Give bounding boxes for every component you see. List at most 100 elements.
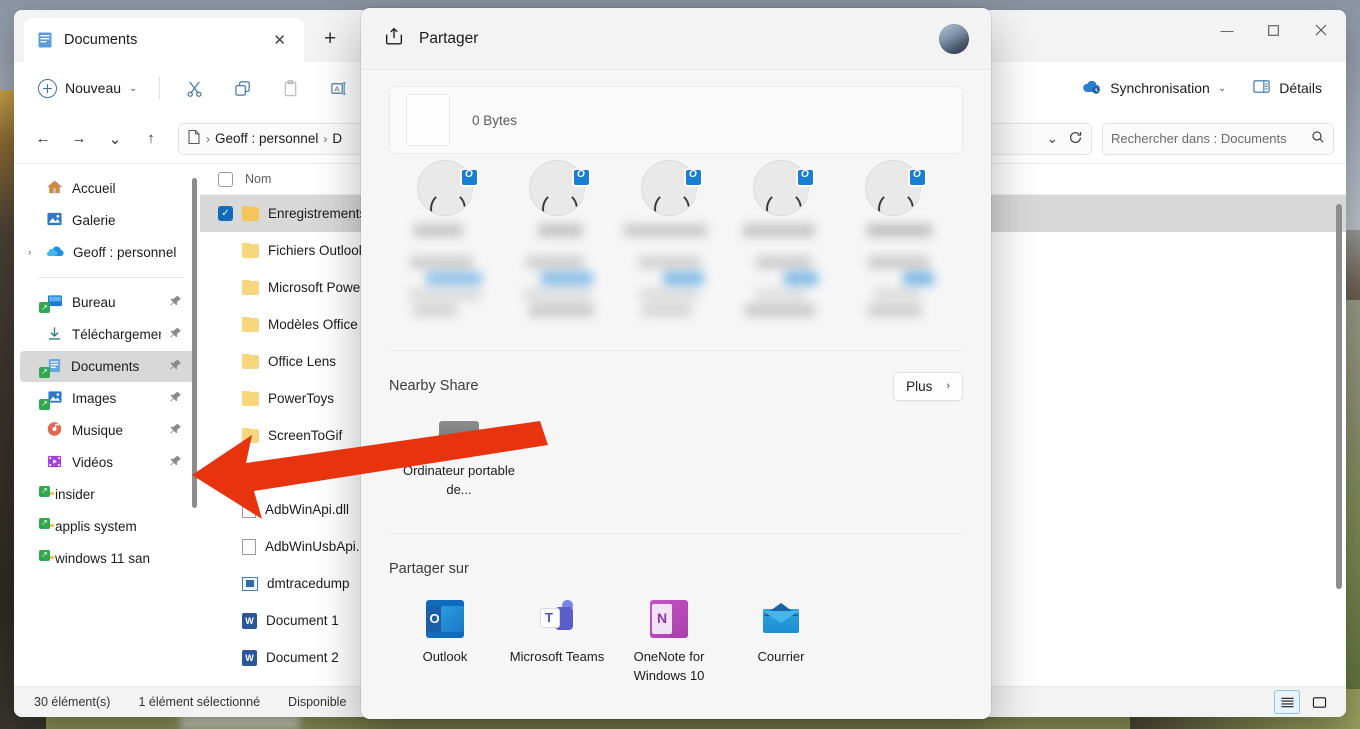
address-dropdown-icon[interactable]: ⌄ (1047, 131, 1058, 147)
select-all-checkbox[interactable] (218, 171, 233, 187)
cut-button[interactable] (172, 71, 216, 105)
share-app-outlook[interactable]: Outlook (389, 600, 501, 686)
sidebar-scrollbar[interactable] (192, 178, 197, 508)
file-thumbnail (406, 94, 450, 146)
list-view-icon[interactable] (1274, 690, 1300, 714)
sidebar-item-windows-11-san[interactable]: ↗ windows 11 san (20, 543, 194, 574)
chevron-right-icon[interactable]: › (28, 247, 31, 258)
close-tab-icon[interactable]: ✕ (267, 29, 292, 51)
new-tab-button[interactable]: + (324, 28, 336, 49)
folder-icon (242, 280, 259, 295)
share-app-mail[interactable]: Courrier (725, 600, 837, 686)
avatar[interactable] (939, 23, 969, 54)
folder-icon (242, 317, 259, 332)
file-name-label: adb (267, 465, 290, 480)
file-name-label: Fichiers Outlook (268, 243, 366, 258)
sidebar-item-galerie[interactable]: Galerie (20, 205, 194, 236)
breadcrumb-item-personnel[interactable]: Geoff : personnel (215, 131, 318, 146)
list-item[interactable] (837, 160, 949, 342)
row-checkbox[interactable] (218, 317, 233, 332)
sidebar-item-images[interactable]: ↗ Images (20, 383, 194, 414)
contact-name-blurred (501, 224, 613, 334)
sidebar-item-insider[interactable]: ↗ insider (20, 479, 194, 510)
row-checkbox[interactable] (218, 428, 233, 443)
more-button[interactable]: Plus › (893, 371, 963, 401)
row-checkbox[interactable] (218, 613, 233, 628)
breadcrumb-item-documents[interactable]: D (332, 131, 342, 146)
list-item[interactable] (389, 160, 501, 342)
sidebar-item-musique[interactable]: Musique (20, 415, 194, 446)
tab-documents[interactable]: Documents ✕ (24, 18, 304, 62)
share-app-onenote[interactable]: N OneNote for Windows 10 (613, 600, 725, 686)
maximize-button[interactable] (1250, 10, 1296, 50)
row-checkbox[interactable] (218, 354, 233, 369)
pin-icon[interactable] (170, 455, 182, 470)
file-list-scrollbar[interactable] (1336, 204, 1342, 589)
share-app-teams[interactable]: T Microsoft Teams (501, 600, 613, 686)
pin-icon[interactable] (170, 295, 182, 310)
row-checkbox[interactable] (218, 502, 233, 517)
row-checkbox[interactable] (218, 280, 233, 295)
recent-locations-button[interactable]: ⌄ (98, 123, 132, 155)
pin-icon[interactable] (170, 359, 182, 374)
file-name-label: ScreenToGif (268, 428, 343, 443)
row-checkbox[interactable] (218, 465, 233, 480)
nearby-share-header: Nearby Share Plus › (389, 369, 963, 403)
sidebar-item-applis-system[interactable]: ↗ applis system (20, 511, 194, 542)
row-checkbox[interactable] (218, 243, 233, 258)
list-item[interactable] (613, 160, 725, 342)
tile-view-icon[interactable] (1306, 690, 1332, 714)
back-button[interactable]: ← (26, 123, 60, 155)
contact-name-blurred (725, 224, 837, 334)
sidebar-item-accueil[interactable]: Accueil (20, 173, 194, 204)
outlook-badge-icon (908, 168, 927, 187)
search-input[interactable]: Rechercher dans : Documents (1102, 122, 1334, 155)
share-to-title: Partager sur (389, 561, 469, 577)
pin-icon[interactable] (170, 423, 182, 438)
list-item[interactable] (501, 160, 613, 342)
pin-icon[interactable] (170, 327, 182, 342)
folder-icon (242, 243, 259, 258)
sidebar-item-telechargements[interactable]: Téléchargements (20, 319, 194, 350)
forward-button[interactable]: → (62, 123, 96, 155)
file-name-label: Document 1 (266, 613, 339, 628)
row-checkbox[interactable] (218, 539, 233, 554)
new-button-label: Nouveau (65, 80, 122, 96)
dll-icon (242, 538, 256, 555)
refresh-icon[interactable] (1068, 130, 1083, 148)
share-dialog-title: Partager (419, 29, 479, 47)
pin-icon[interactable] (170, 391, 182, 406)
nearby-device-item[interactable]: Ordinateur portable de... (399, 421, 519, 500)
new-button[interactable]: Nouveau ⌄ (28, 73, 147, 104)
sidebar-item-documents[interactable]: ↗ Documents (20, 351, 194, 382)
page-icon (187, 129, 201, 148)
row-checkbox[interactable] (218, 391, 233, 406)
sidebar-item-bureau[interactable]: ↗ Bureau (20, 287, 194, 318)
onedrive-icon (46, 244, 64, 261)
search-icon[interactable] (1311, 130, 1325, 147)
copy-button[interactable] (220, 71, 264, 105)
nearby-device-name: Ordinateur portable de... (402, 463, 515, 497)
home-icon (46, 179, 63, 198)
file-name-label: Document 2 (266, 650, 339, 665)
row-checkbox[interactable] (218, 576, 233, 591)
row-checkbox[interactable]: ✓ (218, 206, 233, 221)
column-header-name-label: Nom (245, 172, 272, 186)
document-icon (36, 31, 54, 49)
rename-button[interactable]: A (316, 71, 360, 105)
up-button[interactable]: ↑ (134, 123, 168, 155)
onenote-icon: N (650, 600, 688, 638)
list-item[interactable] (725, 160, 837, 342)
close-window-button[interactable] (1296, 10, 1346, 50)
sync-button[interactable]: Synchronisation ⌄ (1072, 73, 1236, 104)
shared-file-card: 0 Bytes (389, 86, 963, 154)
file-name-label: Enregistrements (268, 206, 367, 221)
minimize-button[interactable]: — (1204, 10, 1250, 50)
row-checkbox[interactable] (218, 650, 233, 665)
sidebar-item-videos[interactable]: Vidéos (20, 447, 194, 478)
sidebar-item-onedrive-geoff[interactable]: › Geoff : personnel (20, 237, 194, 268)
details-button[interactable]: Détails (1242, 72, 1332, 104)
paste-button[interactable] (268, 71, 312, 105)
share-app-label: OneNote for Windows 10 (633, 649, 705, 683)
file-name-label: PowerToys (268, 391, 335, 406)
